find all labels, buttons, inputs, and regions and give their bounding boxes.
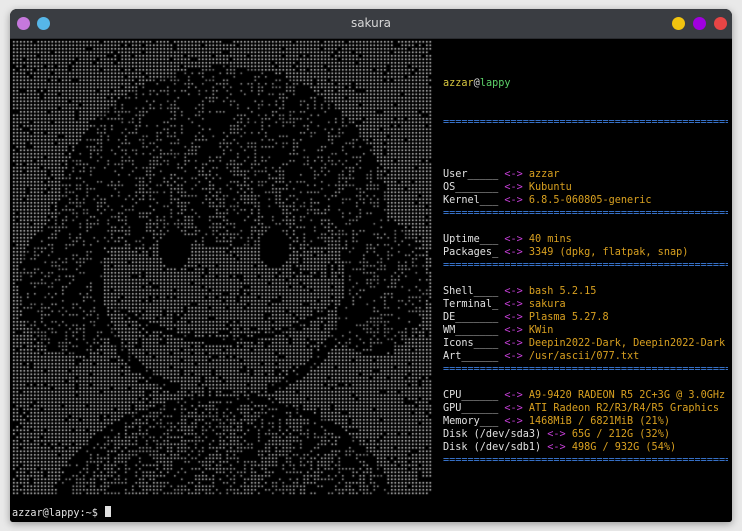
info-value: Kubuntu — [522, 182, 572, 193]
info-key: Kernel___ — [443, 195, 505, 206]
info-row: Art______ <-> /usr/ascii/077.txt — [443, 350, 728, 363]
info-arrow: <-> — [504, 182, 523, 193]
info-arrow: <-> — [504, 403, 523, 414]
info-row: CPU______ <-> A9-9420 RADEON R5 2C+3G @ … — [443, 389, 728, 402]
info-row: GPU______ <-> ATI Radeon R2/R3/R4/R5 Gra… — [443, 402, 728, 415]
info-row: WM_______ <-> KWin — [443, 324, 728, 337]
info-value: 40 mins — [522, 234, 572, 245]
info-arrow: <-> — [504, 234, 523, 245]
info-value: 65G / 212G (32%) — [565, 429, 670, 440]
info-key: Packages_ — [443, 247, 505, 258]
info-value: Deepin2022-Dark, Deepin2022-Dark — [522, 338, 726, 349]
info-row: Disk (/dev/sdb1) <-> 498G / 932G (54%) — [443, 441, 728, 454]
info-value: 6.8.5-060805-generic — [522, 195, 652, 206]
info-value: sakura — [522, 299, 566, 310]
info-key: Disk (/dev/sdb1) — [443, 442, 548, 453]
host-name: lappy — [479, 78, 511, 89]
info-value: 1468MiB / 6821MiB (21%) — [522, 416, 670, 427]
info-row: Terminal_ <-> sakura — [443, 298, 728, 311]
info-row: Icons____ <-> Deepin2022-Dark, Deepin202… — [443, 337, 728, 350]
close-button[interactable] — [714, 17, 727, 30]
info-row: User_____ <-> azzar — [443, 168, 728, 181]
minimize-button[interactable] — [672, 17, 685, 30]
info-arrow: <-> — [547, 442, 566, 453]
info-arrow: <-> — [504, 247, 523, 258]
separator: ========================================… — [443, 117, 728, 128]
separator: ========================================… — [443, 260, 728, 271]
info-arrow: <-> — [504, 299, 523, 310]
info-key: User_____ — [443, 169, 505, 180]
info-value: KWin — [522, 325, 554, 336]
separator: ========================================… — [443, 455, 728, 466]
system-info-panel: azzar@lappy ============================… — [443, 51, 728, 493]
info-value: bash 5.2.15 — [522, 286, 597, 297]
info-value: 498G / 932G (54%) — [565, 442, 677, 453]
info-value: 3349 (dpkg, flatpak, snap) — [522, 247, 689, 258]
info-arrow: <-> — [547, 429, 566, 440]
info-arrow: <-> — [504, 338, 523, 349]
info-key: Terminal_ — [443, 299, 505, 310]
info-key: DE_______ — [443, 312, 505, 323]
info-row: Memory___ <-> 1468MiB / 6821MiB (21%) — [443, 415, 728, 428]
info-key: Disk (/dev/sda3) — [443, 429, 548, 440]
window-title: sakura — [350, 16, 392, 30]
info-row: Packages_ <-> 3349 (dpkg, flatpak, snap) — [443, 246, 728, 259]
terminal-area[interactable]: azzar@lappy ============================… — [10, 39, 732, 522]
info-arrow: <-> — [504, 351, 523, 362]
info-key: Art______ — [443, 351, 505, 362]
info-key: GPU______ — [443, 403, 505, 414]
text-cursor — [105, 506, 112, 517]
title-bar[interactable]: sakura — [10, 9, 732, 39]
info-key: Uptime___ — [443, 234, 505, 245]
prompt-text: azzar@lappy:~$ — [12, 508, 105, 519]
info-value: A9-9420 RADEON R5 2C+3G @ 3.0GHz — [522, 390, 726, 401]
user-name: azzar — [443, 78, 474, 89]
info-arrow: <-> — [504, 169, 523, 180]
info-row: Kernel___ <-> 6.8.5-060805-generic — [443, 194, 728, 207]
shell-prompt[interactable]: azzar@lappy:~$ — [12, 506, 112, 521]
info-row: DE_______ <-> Plasma 5.27.8 — [443, 311, 728, 324]
info-arrow: <-> — [504, 416, 523, 427]
info-row: Shell____ <-> bash 5.2.15 — [443, 285, 728, 298]
info-arrow: <-> — [504, 286, 523, 297]
user-host-line: azzar@lappy — [443, 77, 728, 90]
info-key: Icons____ — [443, 338, 505, 349]
info-key: Memory___ — [443, 416, 505, 427]
separator: ========================================… — [443, 208, 728, 219]
terminal-window: sakura azzar@lappy =====================… — [10, 9, 732, 522]
info-groups: User_____ <-> azzar OS_______ <-> Kubuntu… — [443, 155, 728, 467]
info-arrow: <-> — [504, 390, 523, 401]
info-key: OS_______ — [443, 182, 505, 193]
info-key: WM_______ — [443, 325, 505, 336]
separator: ========================================… — [443, 364, 728, 375]
maximize-button[interactable] — [693, 17, 706, 30]
info-value: /usr/ascii/077.txt — [522, 351, 640, 362]
info-key: Shell____ — [443, 286, 505, 297]
info-row: Uptime___ <-> 40 mins — [443, 233, 728, 246]
ascii-art-portrait-icon — [12, 40, 433, 495]
info-arrow: <-> — [504, 312, 523, 323]
info-arrow: <-> — [504, 195, 523, 206]
info-row: Disk (/dev/sda3) <-> 65G / 212G (32%) — [443, 428, 728, 441]
info-arrow: <-> — [504, 325, 523, 336]
info-key: CPU______ — [443, 390, 505, 401]
info-value: Plasma 5.27.8 — [522, 312, 609, 323]
info-value: azzar — [522, 169, 560, 180]
info-value: ATI Radeon R2/R3/R4/R5 Graphics — [522, 403, 720, 414]
info-row: OS_______ <-> Kubuntu — [443, 181, 728, 194]
